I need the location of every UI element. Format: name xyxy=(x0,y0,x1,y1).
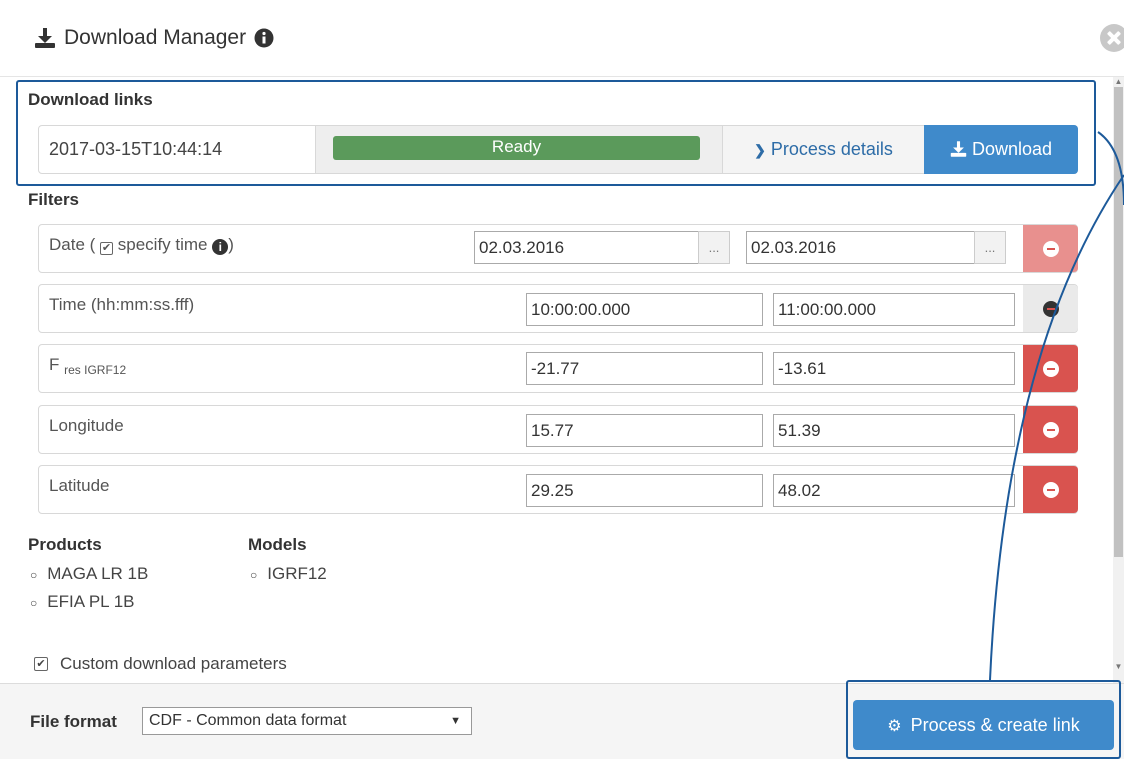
product-item: ○ EFIA PL 1B xyxy=(30,592,135,611)
scrollbar-thumb[interactable] xyxy=(1114,87,1123,557)
product-item: ○ MAGA LR 1B xyxy=(30,564,149,583)
fres-to-input[interactable]: -13.61 xyxy=(773,352,1015,385)
latitude-to-input[interactable]: 48.02 xyxy=(773,474,1015,507)
time-to-input[interactable]: 11:00:00.000 xyxy=(773,293,1015,326)
fres-filter-label: F res IGRF12 xyxy=(49,355,126,377)
callout-process-button xyxy=(846,680,1121,759)
scroll-up-arrow-icon[interactable]: ▲ xyxy=(1114,78,1123,86)
date-to-input[interactable]: 02.03.2016 xyxy=(746,231,976,264)
remove-time-filter-button[interactable] xyxy=(1023,285,1078,332)
info-icon[interactable] xyxy=(254,28,274,48)
dropdown-arrow-icon: ▼ xyxy=(450,715,461,727)
date-label-close: ) xyxy=(228,235,234,254)
model-item: ○ IGRF12 xyxy=(250,564,327,583)
date-to-calendar-button[interactable]: ... xyxy=(974,231,1006,264)
time-filter-label: Time (hh:mm:ss.fff) xyxy=(49,295,195,314)
minus-circle-icon xyxy=(1043,301,1059,317)
bullet-icon: ○ xyxy=(30,568,38,582)
longitude-to-input[interactable]: 51.39 xyxy=(773,414,1015,447)
minus-circle-icon xyxy=(1043,422,1059,438)
fres-label-sub: res IGRF12 xyxy=(64,363,127,377)
minus-circle-icon xyxy=(1043,241,1059,257)
latitude-from-input[interactable]: 29.25 xyxy=(526,474,763,507)
remove-latitude-filter-button[interactable] xyxy=(1023,466,1078,513)
file-format-label: File format xyxy=(30,712,117,731)
time-from-input[interactable]: 10:00:00.000 xyxy=(526,293,763,326)
filter-row-date: Date ( ✔ specify time i) 02.03.2016 ... … xyxy=(38,224,1078,273)
download-icon xyxy=(35,28,55,48)
longitude-filter-label: Longitude xyxy=(49,416,124,435)
filter-row-time: Time (hh:mm:ss.fff) 10:00:00.000 11:00:0… xyxy=(38,284,1078,333)
modal-title-text: Download Manager xyxy=(64,26,247,49)
file-format-value: CDF - Common data format xyxy=(149,712,347,729)
filter-row-fres: F res IGRF12 -21.77 -13.61 xyxy=(38,344,1078,393)
bullet-icon: ○ xyxy=(30,596,38,610)
modal-title: Download Manager xyxy=(34,26,274,50)
close-icon[interactable] xyxy=(1100,24,1124,52)
minus-circle-icon xyxy=(1043,482,1059,498)
custom-params-checkbox[interactable]: ✔ xyxy=(34,657,48,671)
custom-params-row: ✔ Custom download parameters xyxy=(34,654,287,674)
filter-row-longitude: Longitude 15.77 51.39 xyxy=(38,405,1078,454)
longitude-from-input[interactable]: 15.77 xyxy=(526,414,763,447)
specify-time-label: specify time xyxy=(117,235,208,254)
file-format-select[interactable]: CDF - Common data format ▼ xyxy=(142,707,472,735)
date-filter-label: Date ( ✔ specify time i) xyxy=(49,235,234,255)
specify-time-checkbox[interactable]: ✔ xyxy=(100,242,114,255)
date-from-input[interactable]: 02.03.2016 xyxy=(474,231,699,264)
filter-row-latitude: Latitude 29.25 48.02 xyxy=(38,465,1078,514)
models-heading: Models xyxy=(248,535,307,554)
latitude-filter-label: Latitude xyxy=(49,476,110,495)
info-icon[interactable]: i xyxy=(212,239,229,255)
remove-longitude-filter-button[interactable] xyxy=(1023,406,1078,453)
fres-label-main: F xyxy=(49,355,60,374)
date-label-text: Date ( xyxy=(49,235,96,254)
minus-circle-icon xyxy=(1043,361,1059,377)
remove-date-filter-button[interactable] xyxy=(1023,225,1078,272)
date-from-calendar-button[interactable]: ... xyxy=(698,231,730,264)
filters-heading: Filters xyxy=(28,190,80,209)
fres-from-input[interactable]: -21.77 xyxy=(526,352,763,385)
bullet-icon: ○ xyxy=(250,568,258,582)
modal-header: Download Manager xyxy=(0,0,1124,77)
custom-params-label: Custom download parameters xyxy=(60,654,287,673)
products-heading: Products xyxy=(28,535,102,554)
callout-download-links xyxy=(16,80,1096,186)
remove-fres-filter-button[interactable] xyxy=(1023,345,1078,392)
scroll-down-arrow-icon[interactable]: ▼ xyxy=(1114,663,1123,671)
